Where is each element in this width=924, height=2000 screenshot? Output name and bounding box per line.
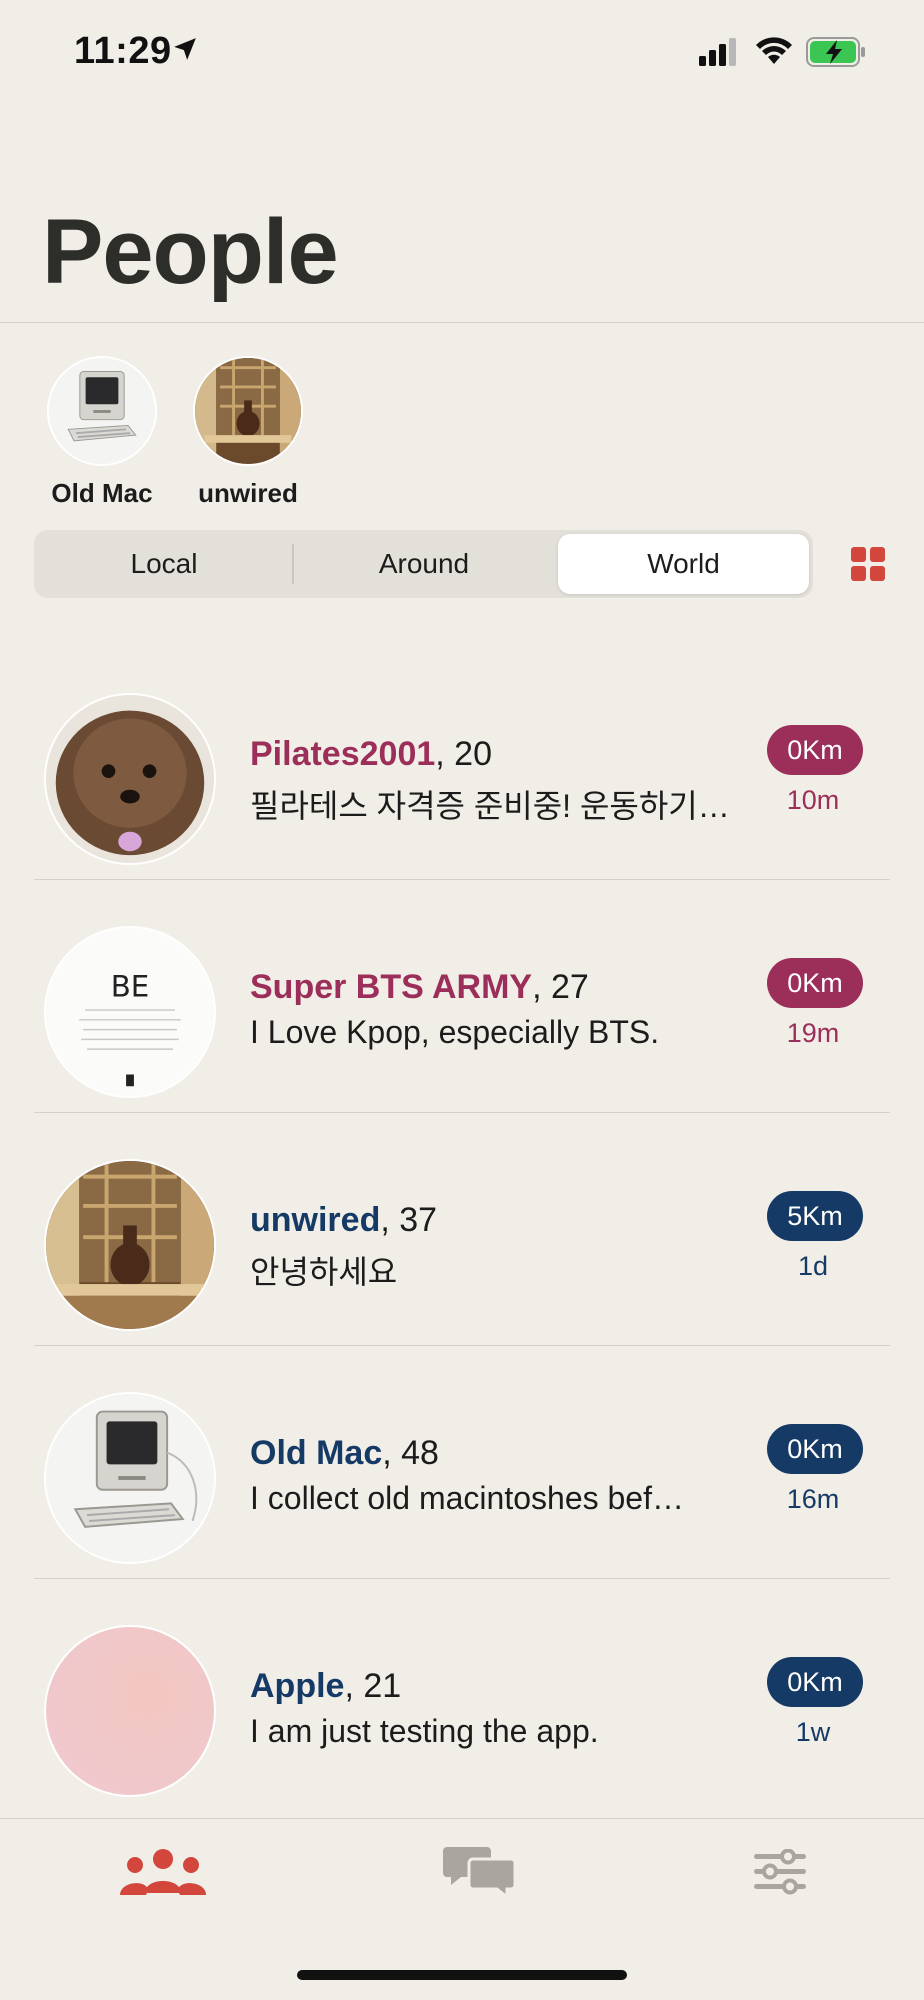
dog-avatar: [44, 693, 216, 865]
last-seen-time: 10m: [786, 785, 840, 815]
favorite-name: Old Mac: [51, 478, 153, 508]
person-name: Pilates2001: [250, 735, 436, 773]
person-name: Old Mac: [250, 1434, 383, 1472]
settings-sliders-icon[interactable]: [754, 1849, 806, 1895]
person-status: I collect old macintoshes bef…: [250, 1480, 684, 1516]
wifi-icon: [756, 37, 792, 64]
last-seen-time: 19m: [786, 1018, 840, 1048]
distance-badge: 0Km: [767, 1424, 863, 1474]
person-status: I Love Kpop, especially BTS.: [250, 1014, 660, 1050]
person-row[interactable]: Pilates2001, 20 필라테스 자격증 준비중! 운동하기… 0Km …: [34, 647, 924, 880]
tab-around[interactable]: Around: [296, 534, 552, 594]
favorite-unwired[interactable]: unwired: [193, 356, 303, 509]
favorite-name: unwired: [198, 478, 298, 508]
distance-badge: 5Km: [767, 1191, 863, 1241]
vase-avatar: [193, 356, 303, 466]
distance-badge: 0Km: [767, 1657, 863, 1707]
computer-avatar: [47, 356, 157, 466]
location-arrow-icon: [174, 38, 196, 60]
be-album-avatar: BE: [44, 926, 216, 1098]
person-name-line: Apple, 21: [250, 1667, 401, 1706]
person-status: I am just testing the app.: [250, 1713, 599, 1749]
person-name: Super BTS ARMY: [250, 968, 533, 1006]
person-age: , 21: [344, 1667, 402, 1705]
album-title: BE: [111, 969, 150, 1003]
page-title: People: [42, 201, 339, 303]
distance-segmented-control: Local Around World: [34, 530, 813, 598]
person-name-line: Old Mac, 48: [250, 1434, 439, 1473]
vase-avatar: [44, 1159, 216, 1331]
distance-badge: 0Km: [767, 725, 863, 775]
person-row[interactable]: Old Mac, 48 I collect old macintoshes be…: [34, 1346, 924, 1579]
grid-view-icon[interactable]: [851, 547, 885, 581]
status-time: 11:29: [74, 30, 172, 72]
person-row[interactable]: Apple, 21 I am just testing the app. 0Km…: [34, 1579, 924, 1812]
segment-divider: [292, 544, 294, 584]
person-name: Apple: [250, 1667, 345, 1705]
person-row[interactable]: BE Super BTS ARMY, 27 I Love Kpop, espec…: [34, 880, 924, 1113]
battery-charging-icon: [806, 37, 865, 67]
person-name-line: Pilates2001, 20: [250, 735, 492, 774]
distance-badge: 0Km: [767, 958, 863, 1008]
cellular-signal-icon: [699, 38, 736, 66]
person-status: 필라테스 자격증 준비중! 운동하기…: [250, 788, 730, 824]
pink-avatar: [44, 1625, 216, 1797]
favorite-old-mac[interactable]: Old Mac: [47, 356, 157, 509]
chat-icon[interactable]: [443, 1843, 517, 1901]
tab-local[interactable]: Local: [38, 534, 290, 594]
person-age: , 27: [532, 968, 589, 1006]
last-seen-time: 1d: [797, 1251, 829, 1281]
title-divider: [0, 322, 924, 323]
person-age: , 20: [435, 735, 492, 773]
person-age: , 37: [380, 1201, 438, 1239]
person-name: unwired: [250, 1201, 381, 1239]
people-icon[interactable]: [118, 1847, 208, 1899]
person-age: , 48: [382, 1434, 439, 1472]
home-indicator: [297, 1970, 627, 1980]
last-seen-time: 1w: [795, 1717, 831, 1747]
person-name-line: Super BTS ARMY, 27: [250, 968, 589, 1007]
status-bar: 11:29: [0, 0, 924, 110]
person-status: 안녕하세요: [250, 1254, 398, 1290]
person-name-line: unwired, 37: [250, 1201, 437, 1240]
computer-avatar: [44, 1392, 216, 1564]
last-seen-time: 16m: [786, 1484, 840, 1514]
person-row[interactable]: unwired, 37 안녕하세요 5Km 1d: [34, 1113, 924, 1346]
tab-world[interactable]: World: [558, 534, 809, 594]
